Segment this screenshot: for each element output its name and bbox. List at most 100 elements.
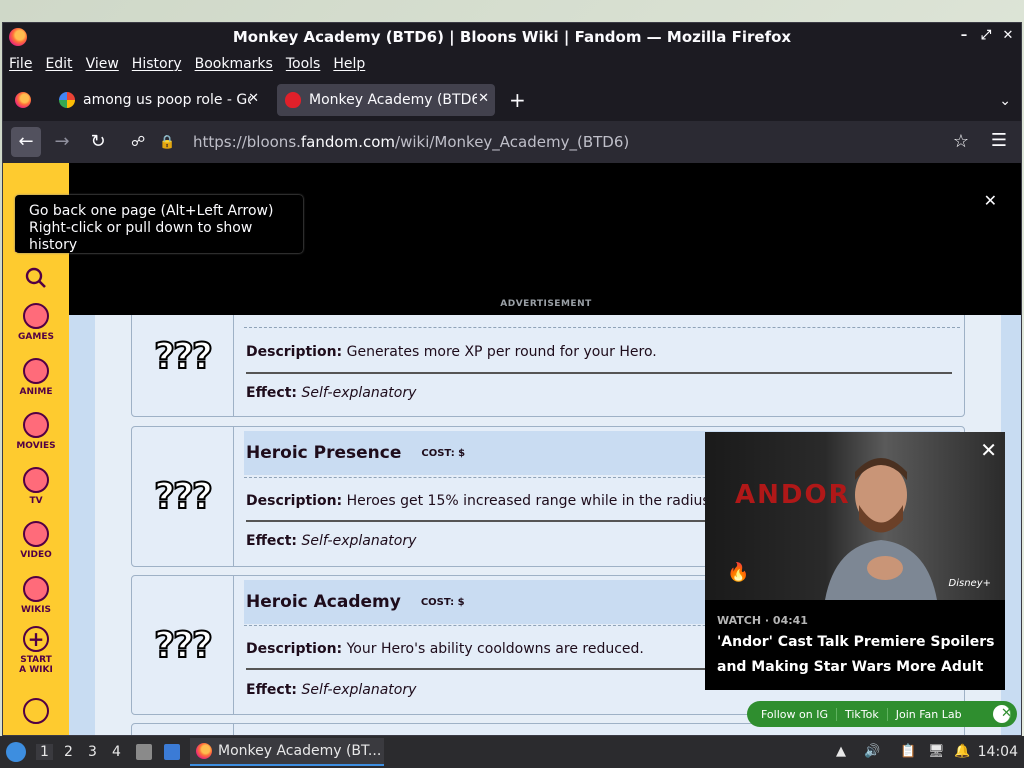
clock: 14:04 bbox=[977, 744, 1018, 760]
menu-edit[interactable]: Edit bbox=[45, 56, 72, 72]
sidebar-item-tv[interactable]: TV bbox=[3, 467, 69, 506]
upgrade-name: Heroic Presence bbox=[246, 443, 402, 463]
description-label: Description: bbox=[246, 344, 343, 360]
volume-icon[interactable]: 🔊 bbox=[864, 744, 880, 759]
sidebar-item-games[interactable]: GAMES bbox=[3, 303, 69, 342]
list-all-tabs-icon[interactable]: ⌄ bbox=[999, 93, 1011, 109]
menu-help[interactable]: Help bbox=[333, 56, 365, 72]
firefox-window: Monkey Academy (BTD6) | Bloons Wiki | Fa… bbox=[2, 22, 1022, 736]
sidebar-label: ANIME bbox=[19, 387, 53, 397]
close-icon[interactable]: ✕ bbox=[1001, 27, 1015, 45]
start-menu-icon[interactable] bbox=[6, 742, 26, 762]
notification-icon[interactable]: 🔔 bbox=[954, 744, 970, 759]
new-tab-icon[interactable]: + bbox=[509, 90, 526, 110]
workspace-3[interactable]: 3 bbox=[88, 744, 97, 760]
taskbar-firefox-task[interactable]: Monkey Academy (BT... bbox=[190, 738, 384, 766]
minimize-icon[interactable]: – bbox=[957, 27, 971, 45]
tray-up-icon[interactable]: ▲ bbox=[836, 744, 846, 759]
sidebar-label: START A WIKI bbox=[19, 655, 53, 675]
file-manager-icon[interactable] bbox=[136, 744, 152, 760]
effect-label: Effect: bbox=[246, 682, 297, 698]
upgrade-description: Description: Heroes get 15% increased ra… bbox=[246, 493, 755, 509]
video-player[interactable]: ANDOR 🔥 Disney+ ✕ WATCH · 04:41 'Andor' … bbox=[705, 432, 1005, 690]
sidebar-item-search[interactable] bbox=[3, 267, 69, 292]
video-title[interactable]: 'Andor' Cast Talk Premiere Spoilers and … bbox=[717, 630, 999, 680]
upgrade-effect: Effect: Self-explanatory bbox=[246, 533, 416, 549]
description-text: Your Hero's ability cooldowns are reduce… bbox=[342, 641, 644, 657]
tab-google[interactable]: among us poop role - Go ✕ bbox=[51, 84, 265, 116]
wikis-icon bbox=[23, 576, 49, 602]
follow-ig-link[interactable]: Follow on IG bbox=[761, 707, 837, 721]
effect-text: Self-explanatory bbox=[301, 682, 417, 698]
bookmark-star-icon[interactable]: ☆ bbox=[953, 131, 969, 152]
sidebar-item-movies[interactable]: MOVIES bbox=[3, 412, 69, 451]
anime-icon bbox=[23, 358, 49, 384]
terminal-icon[interactable] bbox=[164, 744, 180, 760]
url-text[interactable]: https://bloons.fandom.com/wiki/Monkey_Ac… bbox=[193, 133, 629, 151]
bloons-icon bbox=[285, 92, 301, 108]
tab-label: Monkey Academy (BTD6) bbox=[309, 92, 477, 108]
window-controls: – ⤢ ✕ bbox=[957, 27, 1015, 45]
video-meta: WATCH · 04:41 bbox=[717, 614, 808, 627]
sidebar-item-start-a-wiki[interactable]: + START A WIKI bbox=[3, 626, 69, 675]
join-fan-lab-link[interactable]: Join Fan Lab bbox=[888, 708, 970, 721]
plus-icon: + bbox=[23, 626, 49, 652]
upgrade-thumbnail: ??? bbox=[132, 576, 234, 714]
upgrade-effect: Effect: Self-explanatory bbox=[246, 682, 416, 698]
divider bbox=[244, 327, 960, 328]
back-button[interactable]: ← bbox=[11, 127, 41, 157]
url-bar[interactable]: ☍ 🔒 https://bloons.fandom.com/wiki/Monke… bbox=[123, 126, 983, 158]
video-frame[interactable]: ANDOR 🔥 Disney+ ✕ bbox=[705, 432, 1005, 600]
url-prefix: https://bloons. bbox=[193, 133, 301, 151]
advertisement-label: ADVERTISEMENT bbox=[500, 299, 592, 309]
workspace-1[interactable]: 1 bbox=[36, 744, 53, 760]
back-button-tooltip: Go back one page (Alt+Left Arrow) Right-… bbox=[15, 195, 303, 253]
description-text: Heroes get 15% increased range while in … bbox=[342, 493, 756, 509]
effect-text: Self-explanatory bbox=[301, 385, 417, 401]
sidebar-item-account[interactable] bbox=[3, 698, 69, 727]
ad-close-icon[interactable]: ✕ bbox=[984, 191, 997, 210]
menu-file[interactable]: File bbox=[9, 56, 32, 72]
sidebar-label: MOVIES bbox=[16, 441, 56, 451]
upgrade-cost: COST: $ bbox=[420, 596, 465, 608]
video-close-icon[interactable]: ✕ bbox=[980, 438, 997, 462]
upgrade-effect: Effect: Self-explanatory bbox=[246, 385, 416, 401]
workspace-2[interactable]: 2 bbox=[64, 744, 73, 760]
sidebar-item-wikis[interactable]: WIKIS bbox=[3, 576, 69, 615]
title-bar: Monkey Academy (BTD6) | Bloons Wiki | Fa… bbox=[3, 23, 1021, 51]
network-icon[interactable]: 🖥 bbox=[928, 744, 945, 759]
clipboard-icon[interactable]: 📋 bbox=[900, 744, 916, 759]
menu-tools[interactable]: Tools bbox=[286, 56, 321, 72]
menu-view[interactable]: View bbox=[86, 56, 119, 72]
sidebar-label: TV bbox=[29, 496, 43, 506]
tab-close-icon[interactable]: ✕ bbox=[478, 91, 489, 106]
tooltip-line-2: Right-click or pull down to show history bbox=[29, 220, 253, 253]
effect-label: Effect: bbox=[246, 533, 297, 549]
reload-button[interactable]: ↻ bbox=[83, 127, 113, 157]
tab-monkey-academy[interactable]: Monkey Academy (BTD6) ✕ bbox=[277, 84, 495, 116]
menu-hamburger-icon[interactable]: ☰ bbox=[991, 130, 1007, 151]
workspace-4[interactable]: 4 bbox=[112, 744, 121, 760]
lock-icon[interactable]: 🔒 bbox=[159, 135, 179, 150]
description-label: Description: bbox=[246, 641, 343, 657]
forward-button[interactable]: → bbox=[47, 127, 77, 157]
web-content: ??? Description: Generates more XP per r… bbox=[3, 163, 1021, 735]
maximize-icon[interactable]: ⤢ bbox=[979, 27, 993, 45]
url-domain: fandom.com bbox=[300, 133, 396, 151]
social-bar: Follow on IG TikTok Join Fan Lab ✕ bbox=[747, 701, 1017, 727]
tiktok-link[interactable]: TikTok bbox=[837, 707, 888, 721]
firefox-icon bbox=[196, 743, 212, 759]
effect-text: Self-explanatory bbox=[301, 533, 417, 549]
social-close-icon[interactable]: ✕ bbox=[993, 705, 1012, 723]
upgrade-thumbnail bbox=[132, 724, 234, 735]
tab-close-icon[interactable]: ✕ bbox=[248, 91, 259, 106]
firefox-view-icon[interactable] bbox=[15, 92, 31, 108]
shield-icon[interactable]: ☍ bbox=[131, 134, 151, 150]
upgrade-name: Heroic Academy bbox=[246, 592, 401, 612]
sidebar-item-anime[interactable]: ANIME bbox=[3, 358, 69, 397]
menu-bookmarks[interactable]: Bookmarks bbox=[195, 56, 273, 72]
games-icon bbox=[23, 303, 49, 329]
sidebar-item-video[interactable]: VIDEO bbox=[3, 521, 69, 560]
tab-label: among us poop role - Go bbox=[83, 92, 251, 108]
menu-history[interactable]: History bbox=[132, 56, 182, 72]
